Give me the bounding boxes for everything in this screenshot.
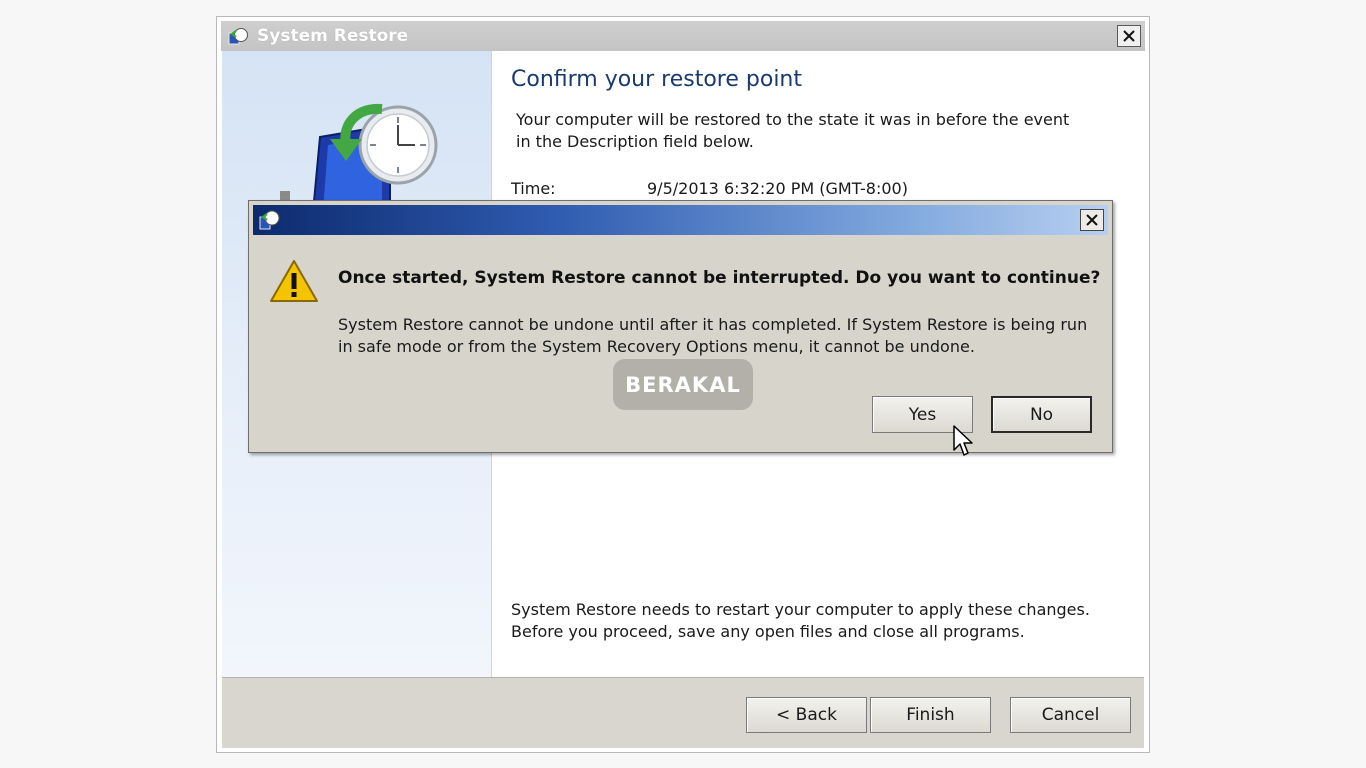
dialog-titlebar[interactable] bbox=[253, 205, 1108, 235]
back-button[interactable]: < Back bbox=[746, 697, 867, 733]
system-restore-icon bbox=[259, 210, 280, 230]
close-icon bbox=[1123, 30, 1135, 42]
close-icon bbox=[1086, 214, 1098, 226]
warning-icon bbox=[270, 260, 318, 302]
window-close-button[interactable] bbox=[1117, 25, 1141, 47]
dialog-question: Once started, System Restore cannot be i… bbox=[338, 268, 1101, 288]
finish-button[interactable]: Finish bbox=[870, 697, 991, 733]
system-restore-icon bbox=[228, 28, 248, 45]
watermark: BERAKAL bbox=[613, 359, 753, 410]
restart-note: System Restore needs to restart your com… bbox=[511, 600, 1090, 641]
time-label: Time: bbox=[511, 179, 556, 198]
cancel-button[interactable]: Cancel bbox=[1010, 697, 1131, 733]
wizard-footer: < Back Finish Cancel bbox=[222, 677, 1144, 748]
confirm-dialog: Once started, System Restore cannot be i… bbox=[248, 200, 1113, 453]
window-titlebar[interactable]: System Restore bbox=[221, 21, 1145, 51]
dialog-close-button[interactable] bbox=[1080, 209, 1104, 231]
restore-description: Your computer will be restored to the st… bbox=[516, 110, 1070, 151]
no-button[interactable]: No bbox=[991, 396, 1092, 433]
time-value: 9/5/2013 6:32:20 PM (GMT-8:00) bbox=[647, 179, 908, 198]
window-title: System Restore bbox=[257, 26, 409, 46]
yes-button[interactable]: Yes bbox=[872, 396, 973, 433]
dialog-detail: System Restore cannot be undone until af… bbox=[338, 315, 1088, 356]
page-heading: Confirm your restore point bbox=[511, 67, 803, 92]
